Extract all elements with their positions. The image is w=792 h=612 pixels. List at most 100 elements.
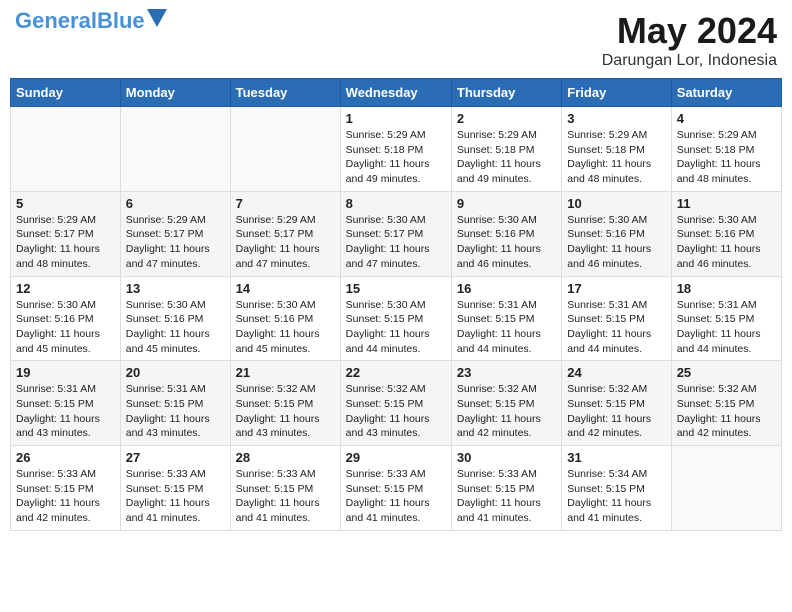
calendar-cell: 10 Sunrise: 5:30 AM Sunset: 5:16 PM Dayli…	[562, 191, 671, 276]
calendar-cell: 20Sunrise: 5:31 AM Sunset: 5:15 PM Dayli…	[120, 361, 230, 446]
calendar-cell: 18 Sunrise: 5:31 AM Sunset: 5:15 PM Dayli…	[671, 276, 781, 361]
day-number: 30	[457, 450, 556, 465]
calendar-cell: 3 Sunrise: 5:29 AM Sunset: 5:18 PM Daylig…	[562, 107, 671, 192]
day-info: Sunrise: 5:30 AM Sunset: 5:16 PM Dayligh…	[567, 213, 665, 272]
header-cell-tuesday: Tuesday	[230, 79, 340, 107]
day-number: 11	[677, 196, 776, 211]
day-info: Sunrise: 5:31 AM Sunset: 5:15 PM Dayligh…	[457, 298, 556, 357]
day-info: Sunrise: 5:32 AM Sunset: 5:15 PM Dayligh…	[677, 382, 776, 441]
day-info: Sunrise: 5:30 AM Sunset: 5:16 PM Dayligh…	[677, 213, 776, 272]
page-subtitle: Darungan Lor, Indonesia	[602, 52, 777, 70]
header-row: SundayMondayTuesdayWednesdayThursdayFrid…	[11, 79, 782, 107]
calendar-cell: 12Sunrise: 5:30 AM Sunset: 5:16 PM Dayli…	[11, 276, 121, 361]
day-number: 19	[16, 365, 115, 380]
day-info: Sunrise: 5:33 AM Sunset: 5:15 PM Dayligh…	[126, 467, 225, 526]
day-number: 4	[677, 111, 776, 126]
calendar-week-2: 5 Sunrise: 5:29 AM Sunset: 5:17 PM Daylig…	[11, 191, 782, 276]
day-number: 17	[567, 281, 665, 296]
calendar-cell: 23 Sunrise: 5:32 AM Sunset: 5:15 PM Dayli…	[451, 361, 561, 446]
day-info: Sunrise: 5:29 AM Sunset: 5:18 PM Dayligh…	[457, 128, 556, 187]
day-info: Sunrise: 5:31 AM Sunset: 5:15 PM Dayligh…	[16, 382, 115, 441]
calendar-cell	[230, 107, 340, 192]
day-number: 18	[677, 281, 776, 296]
page-header: GeneralBlue May 2024 Darungan Lor, Indon…	[10, 10, 782, 70]
calendar-cell: 29 Sunrise: 5:33 AM Sunset: 5:15 PM Dayli…	[340, 446, 451, 531]
day-info: Sunrise: 5:32 AM Sunset: 5:15 PM Dayligh…	[567, 382, 665, 441]
title-block: May 2024 Darungan Lor, Indonesia	[602, 10, 777, 70]
day-number: 16	[457, 281, 556, 296]
day-number: 10	[567, 196, 665, 211]
day-number: 27	[126, 450, 225, 465]
calendar-cell: 30Sunrise: 5:33 AM Sunset: 5:15 PM Dayli…	[451, 446, 561, 531]
day-number: 14	[236, 281, 335, 296]
calendar-cell	[671, 446, 781, 531]
day-number: 8	[346, 196, 446, 211]
day-number: 9	[457, 196, 556, 211]
calendar-table: SundayMondayTuesdayWednesdayThursdayFrid…	[10, 78, 782, 531]
day-info: Sunrise: 5:29 AM Sunset: 5:17 PM Dayligh…	[126, 213, 225, 272]
day-number: 21	[236, 365, 335, 380]
logo-icon	[147, 9, 167, 29]
day-info: Sunrise: 5:30 AM Sunset: 5:17 PM Dayligh…	[346, 213, 446, 272]
day-number: 3	[567, 111, 665, 126]
calendar-week-5: 26 Sunrise: 5:33 AM Sunset: 5:15 PM Dayli…	[11, 446, 782, 531]
header-cell-saturday: Saturday	[671, 79, 781, 107]
calendar-cell: 13 Sunrise: 5:30 AM Sunset: 5:16 PM Dayli…	[120, 276, 230, 361]
day-info: Sunrise: 5:29 AM Sunset: 5:17 PM Dayligh…	[236, 213, 335, 272]
day-number: 29	[346, 450, 446, 465]
day-number: 28	[236, 450, 335, 465]
day-number: 20	[126, 365, 225, 380]
day-info: Sunrise: 5:33 AM Sunset: 5:15 PM Dayligh…	[346, 467, 446, 526]
day-number: 26	[16, 450, 115, 465]
calendar-cell: 16 Sunrise: 5:31 AM Sunset: 5:15 PM Dayli…	[451, 276, 561, 361]
page-title: May 2024	[602, 10, 777, 52]
calendar-week-3: 12Sunrise: 5:30 AM Sunset: 5:16 PM Dayli…	[11, 276, 782, 361]
calendar-cell: 15 Sunrise: 5:30 AM Sunset: 5:15 PM Dayli…	[340, 276, 451, 361]
day-info: Sunrise: 5:31 AM Sunset: 5:15 PM Dayligh…	[677, 298, 776, 357]
calendar-header: SundayMondayTuesdayWednesdayThursdayFrid…	[11, 79, 782, 107]
calendar-cell: 14Sunrise: 5:30 AM Sunset: 5:16 PM Dayli…	[230, 276, 340, 361]
header-cell-wednesday: Wednesday	[340, 79, 451, 107]
calendar-cell: 5Sunrise: 5:29 AM Sunset: 5:17 PM Daylig…	[11, 191, 121, 276]
calendar-cell: 27 Sunrise: 5:33 AM Sunset: 5:15 PM Dayli…	[120, 446, 230, 531]
calendar-cell	[120, 107, 230, 192]
calendar-cell: 25 Sunrise: 5:32 AM Sunset: 5:15 PM Dayli…	[671, 361, 781, 446]
calendar-cell: 2 Sunrise: 5:29 AM Sunset: 5:18 PM Daylig…	[451, 107, 561, 192]
day-info: Sunrise: 5:32 AM Sunset: 5:15 PM Dayligh…	[457, 382, 556, 441]
day-info: Sunrise: 5:31 AM Sunset: 5:15 PM Dayligh…	[567, 298, 665, 357]
header-cell-monday: Monday	[120, 79, 230, 107]
day-number: 7	[236, 196, 335, 211]
calendar-cell: 6Sunrise: 5:29 AM Sunset: 5:17 PM Daylig…	[120, 191, 230, 276]
day-number: 2	[457, 111, 556, 126]
logo: GeneralBlue	[15, 10, 167, 32]
calendar-cell: 21Sunrise: 5:32 AM Sunset: 5:15 PM Dayli…	[230, 361, 340, 446]
day-number: 1	[346, 111, 446, 126]
day-info: Sunrise: 5:30 AM Sunset: 5:16 PM Dayligh…	[16, 298, 115, 357]
calendar-cell: 26 Sunrise: 5:33 AM Sunset: 5:15 PM Dayli…	[11, 446, 121, 531]
calendar-cell: 22Sunrise: 5:32 AM Sunset: 5:15 PM Dayli…	[340, 361, 451, 446]
day-info: Sunrise: 5:30 AM Sunset: 5:16 PM Dayligh…	[126, 298, 225, 357]
calendar-cell: 1 Sunrise: 5:29 AM Sunset: 5:18 PM Daylig…	[340, 107, 451, 192]
day-info: Sunrise: 5:33 AM Sunset: 5:15 PM Dayligh…	[16, 467, 115, 526]
calendar-week-4: 19 Sunrise: 5:31 AM Sunset: 5:15 PM Dayli…	[11, 361, 782, 446]
day-number: 15	[346, 281, 446, 296]
calendar-cell	[11, 107, 121, 192]
day-info: Sunrise: 5:34 AM Sunset: 5:15 PM Dayligh…	[567, 467, 665, 526]
calendar-body: 1 Sunrise: 5:29 AM Sunset: 5:18 PM Daylig…	[11, 107, 782, 531]
day-number: 13	[126, 281, 225, 296]
day-number: 5	[16, 196, 115, 211]
day-number: 24	[567, 365, 665, 380]
calendar-cell: 17 Sunrise: 5:31 AM Sunset: 5:15 PM Dayli…	[562, 276, 671, 361]
day-info: Sunrise: 5:33 AM Sunset: 5:15 PM Dayligh…	[236, 467, 335, 526]
day-info: Sunrise: 5:30 AM Sunset: 5:15 PM Dayligh…	[346, 298, 446, 357]
day-number: 31	[567, 450, 665, 465]
header-cell-sunday: Sunday	[11, 79, 121, 107]
day-info: Sunrise: 5:32 AM Sunset: 5:15 PM Dayligh…	[346, 382, 446, 441]
day-info: Sunrise: 5:30 AM Sunset: 5:16 PM Dayligh…	[457, 213, 556, 272]
day-info: Sunrise: 5:29 AM Sunset: 5:18 PM Dayligh…	[567, 128, 665, 187]
calendar-cell: 8 Sunrise: 5:30 AM Sunset: 5:17 PM Daylig…	[340, 191, 451, 276]
day-info: Sunrise: 5:29 AM Sunset: 5:18 PM Dayligh…	[346, 128, 446, 187]
header-cell-thursday: Thursday	[451, 79, 561, 107]
day-number: 25	[677, 365, 776, 380]
day-number: 23	[457, 365, 556, 380]
